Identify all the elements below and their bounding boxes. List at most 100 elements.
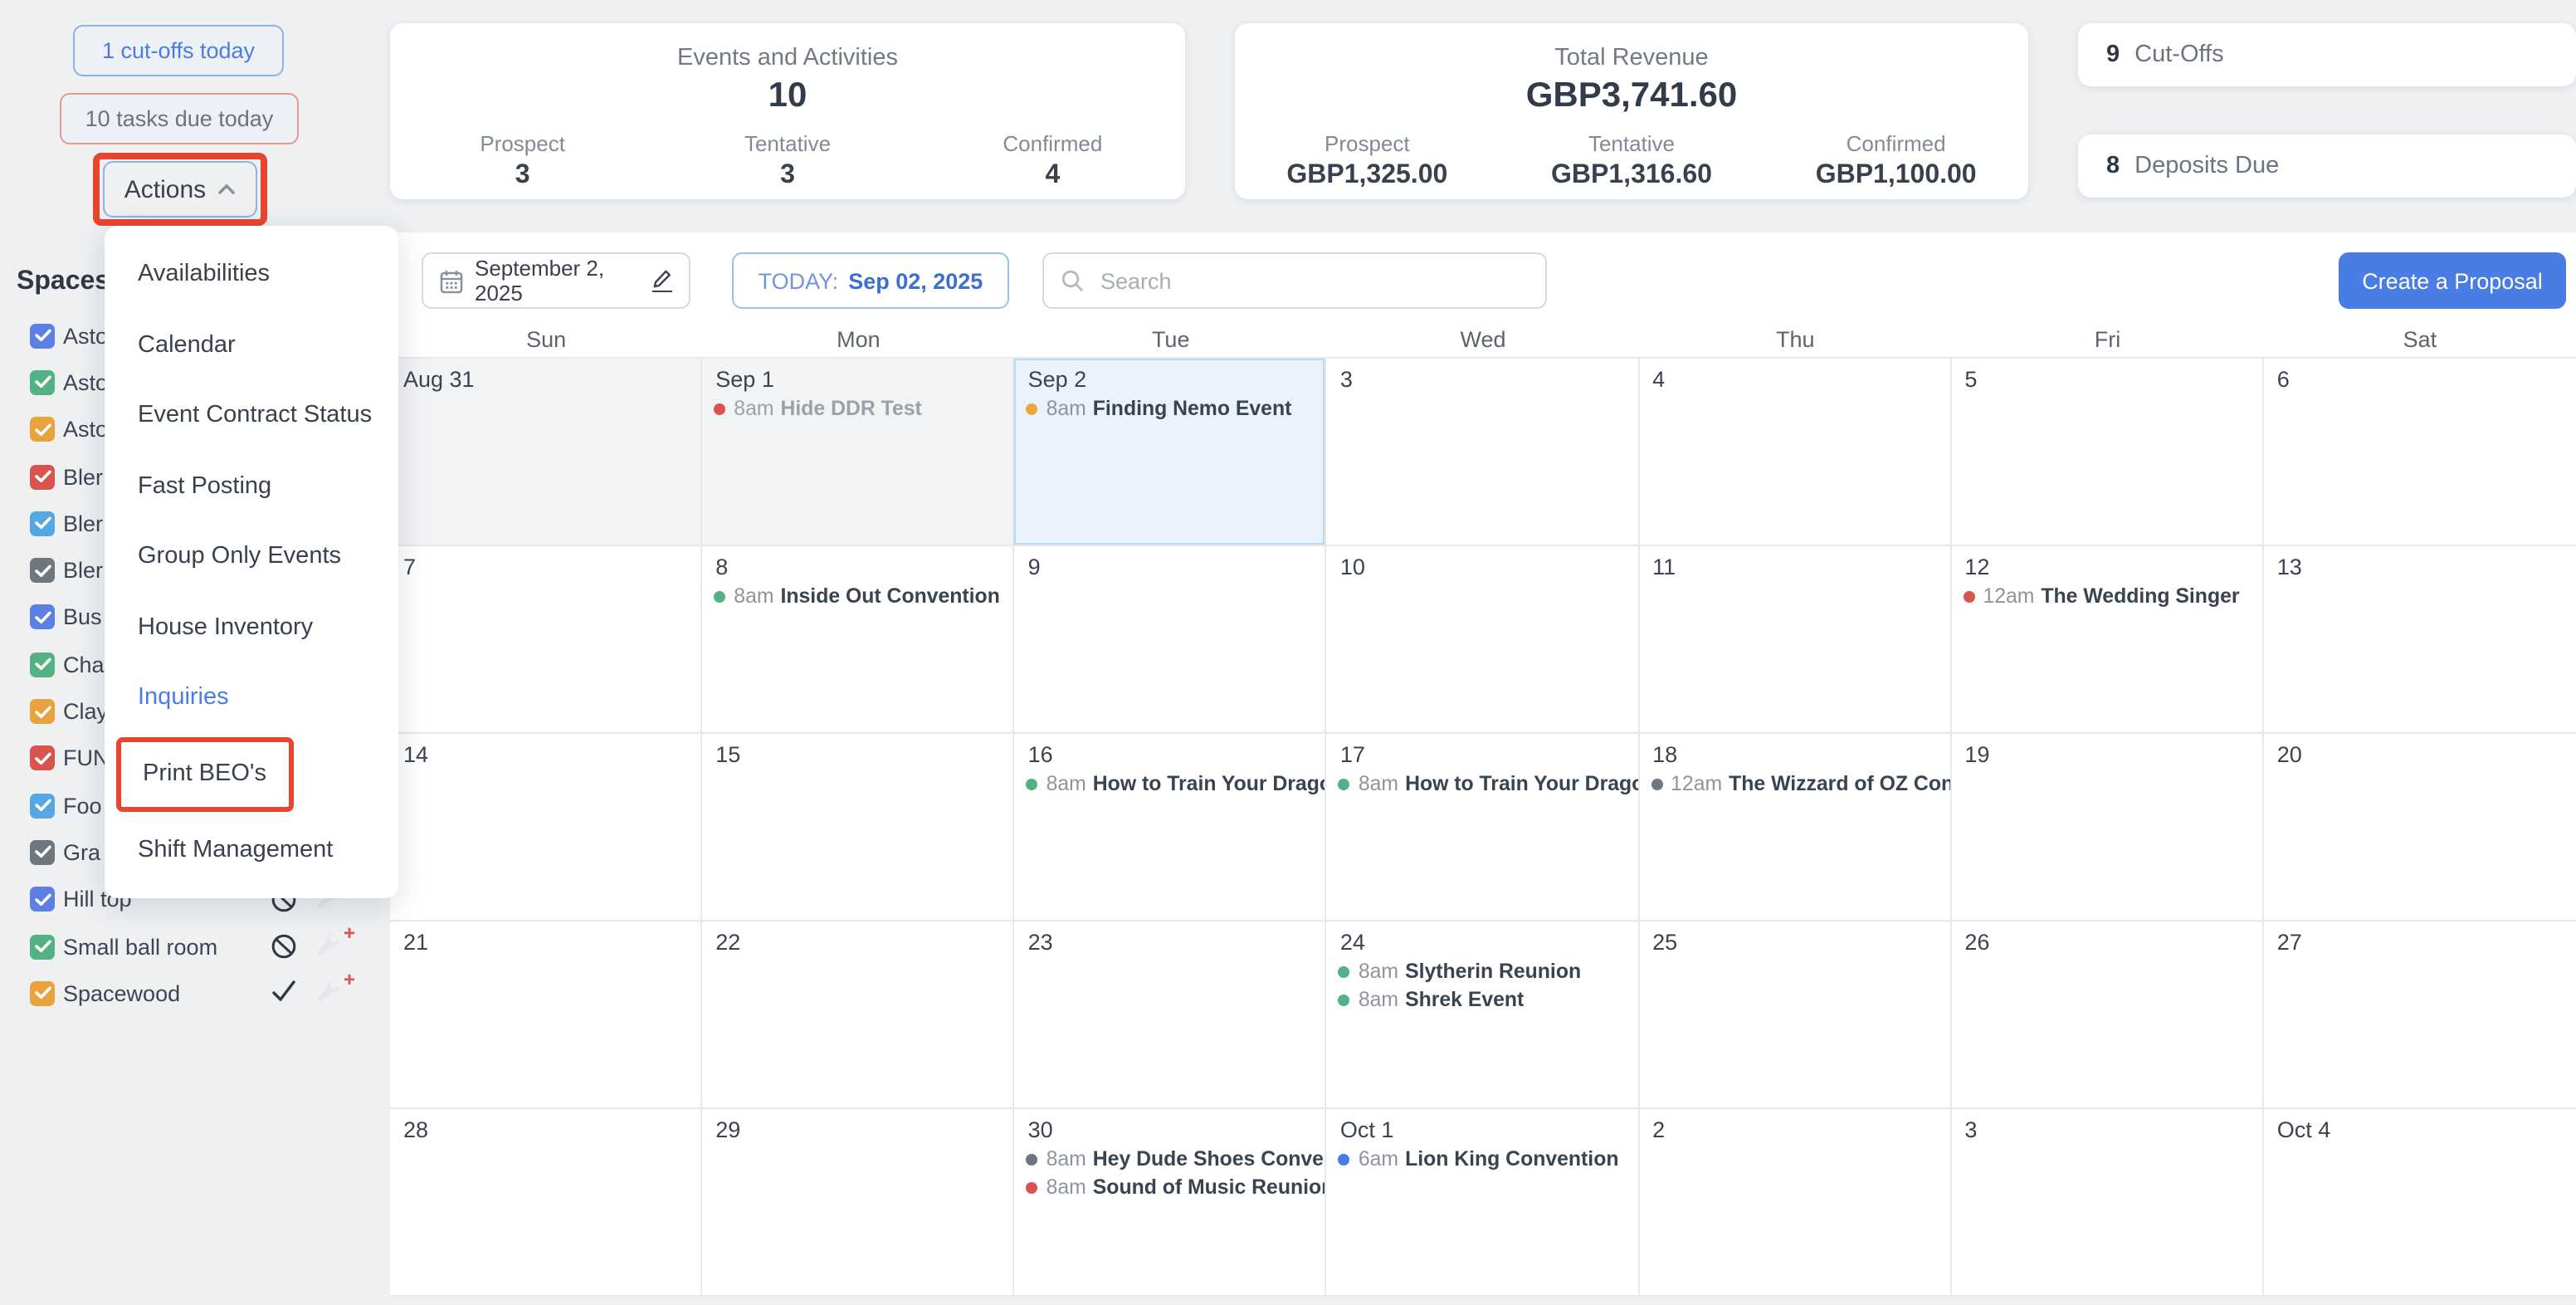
events-tentative-label: Tentative [655,131,920,156]
calendar-event[interactable]: 12amThe Wizzard of OZ Convention [1639,772,1949,795]
event-status-dot [714,590,725,602]
space-checkbox[interactable] [30,934,55,959]
cutoffs-card[interactable]: 9 Cut-Offs [2078,23,2576,86]
calendar-day-cell[interactable]: 248amSlytherin Reunion8amShrek Event [1327,921,1639,1109]
calendar-day-cell[interactable]: 6 [2264,359,2576,546]
space-checkbox[interactable] [30,981,55,1006]
calendar-day-cell[interactable]: 2 [1639,1109,1951,1297]
calendar-day-cell[interactable]: 29 [702,1109,1014,1297]
calendar-day-cell[interactable]: 13 [2264,546,2576,734]
calendar-day-cell[interactable]: 1212amThe Wedding Singer [1951,546,2263,734]
space-checkbox[interactable] [30,840,55,865]
calendar-day-cell[interactable]: 4 [1639,359,1951,546]
calendar-day-cell[interactable]: 26 [1951,921,2263,1109]
calendar-day-cell[interactable]: 5 [1951,359,2263,546]
calendar-day-cell[interactable]: Aug 31 [390,359,702,546]
calendar-day-cell[interactable]: 20 [2264,734,2576,921]
space-checkbox[interactable] [30,370,55,395]
space-checkbox[interactable] [30,464,55,489]
tasks-due-button[interactable]: 10 tasks due today [60,93,299,144]
calendar-day-cell[interactable]: Sep 28amFinding Nemo Event [1015,359,1327,546]
calendar-event[interactable]: 8amSound of Music Reunion [1015,1175,1325,1199]
space-checkbox[interactable] [30,746,55,771]
check-icon[interactable] [271,980,297,1007]
calendar-day-cell[interactable]: 23 [1015,921,1327,1109]
menu-item-inquiries[interactable]: Inquiries [105,662,398,733]
calendar-event[interactable]: 12amThe Wedding Singer [1951,584,2261,608]
calendar-day-cell[interactable]: 9 [1015,546,1327,734]
date-picker-button[interactable]: September 2, 2025 [422,252,690,309]
wrench-plus-icon[interactable]: + [315,931,352,961]
space-checkbox[interactable] [30,605,55,630]
calendar-date-label: 3 [1951,1109,2261,1142]
calendar-day-cell[interactable]: 14 [390,734,702,921]
menu-item-event-contract-status[interactable]: Event Contract Status [105,380,398,451]
calendar-day-cell[interactable]: 15 [702,734,1014,921]
calendar-event[interactable]: 6amLion King Convention [1327,1147,1637,1171]
space-checkbox[interactable] [30,699,55,724]
calendar-day-cell[interactable]: 22 [702,921,1014,1109]
calendar-day-cell[interactable]: 21 [390,921,702,1109]
space-checkbox[interactable] [30,323,55,348]
calendar-day-cell[interactable]: 11 [1639,546,1951,734]
calendar-day-cell[interactable]: 3 [1951,1109,2263,1297]
event-status-dot [1651,778,1662,789]
space-checkbox[interactable] [30,511,55,536]
calendar-day-cell[interactable]: 28 [390,1109,702,1297]
calendar-day-cell[interactable]: 168amHow to Train Your Dragon [1015,734,1327,921]
chevron-up-icon [217,183,236,196]
actions-dropdown-menu: AvailabilitiesCalendarEvent Contract Sta… [105,226,398,898]
calendar-day-cell[interactable]: 10 [1327,546,1639,734]
menu-item-shift-management[interactable]: Shift Management [105,814,398,885]
calendar-day-cell[interactable]: 308amHey Dude Shoes Convention8amSound o… [1015,1109,1327,1297]
space-checkbox[interactable] [30,558,55,583]
calendar-event[interactable]: 8amHow to Train Your Dragon [1327,772,1637,795]
cutoffs-today-button[interactable]: 1 cut-offs today [73,25,284,76]
calendar-day-cell[interactable]: Oct 4 [2264,1109,2576,1297]
calendar-day-cell[interactable]: 3 [1327,359,1639,546]
calendar-day-cell[interactable]: 27 [2264,921,2576,1109]
space-checkbox[interactable] [30,652,55,677]
create-proposal-button[interactable]: Create a Proposal [2339,252,2566,309]
calendar-date-label: 26 [1951,921,2261,955]
calendar-day-cell[interactable]: 7 [390,546,702,734]
event-title: How to Train Your Dragon [1405,772,1639,795]
calendar-event[interactable]: 8amHow to Train Your Dragon [1015,772,1325,795]
calendar-date-label: 14 [390,734,700,767]
menu-item-print-beo-s[interactable]: Print BEO's [121,741,289,806]
events-card-total: 10 [390,76,1185,116]
calendar-day-cell[interactable]: Sep 18amHide DDR Test [702,359,1014,546]
event-title: Shrek Event [1405,988,1524,1011]
calendar-event[interactable]: 8amSlytherin Reunion [1327,960,1637,983]
menu-item-group-only-events[interactable]: Group Only Events [105,521,398,592]
actions-button[interactable]: Actions [103,161,257,218]
today-button[interactable]: TODAY: Sep 02, 2025 [732,252,1009,309]
calendar-event[interactable]: 8amHey Dude Shoes Convention [1015,1147,1325,1171]
search-input[interactable] [1097,266,1529,295]
deposits-card[interactable]: 8 Deposits Due [2078,134,2576,198]
calendar-day-cell[interactable]: 18 12amThe Wizzard of OZ Convention [1639,734,1951,921]
blocked-icon[interactable] [271,933,297,960]
menu-item-availabilities[interactable]: Availabilities [105,239,398,310]
menu-item-calendar[interactable]: Calendar [105,310,398,380]
calendar-event[interactable]: 8amFinding Nemo Event [1015,397,1325,420]
space-checkbox[interactable] [30,793,55,818]
today-button-label: TODAY: [759,268,839,293]
calendar-event[interactable]: 8amInside Out Convention [702,584,1012,608]
space-checkbox[interactable] [30,887,55,912]
wrench-plus-icon[interactable]: + [315,979,352,1009]
event-status-dot [1339,1153,1350,1165]
space-checkbox[interactable] [30,417,55,442]
menu-item-house-inventory[interactable]: House Inventory [105,592,398,662]
calendar-day-cell[interactable]: 178amHow to Train Your Dragon [1327,734,1639,921]
calendar-day-cell[interactable]: 19 [1951,734,2263,921]
calendar-day-cell[interactable]: 88amInside Out Convention [702,546,1014,734]
calendar-date-label: 18 [1639,734,1949,767]
menu-item-fast-posting[interactable]: Fast Posting [105,451,398,521]
calendar-day-cell[interactable]: Oct 16amLion King Convention [1327,1109,1639,1297]
calendar-event[interactable]: 8amHide DDR Test [702,397,1012,420]
calendar-day-cell[interactable]: 25 [1639,921,1951,1109]
calendar-event[interactable]: 8amShrek Event [1327,988,1637,1011]
space-label: Spacewood [63,981,180,1006]
print-beos-annotation-box: Print BEO's [116,736,294,811]
